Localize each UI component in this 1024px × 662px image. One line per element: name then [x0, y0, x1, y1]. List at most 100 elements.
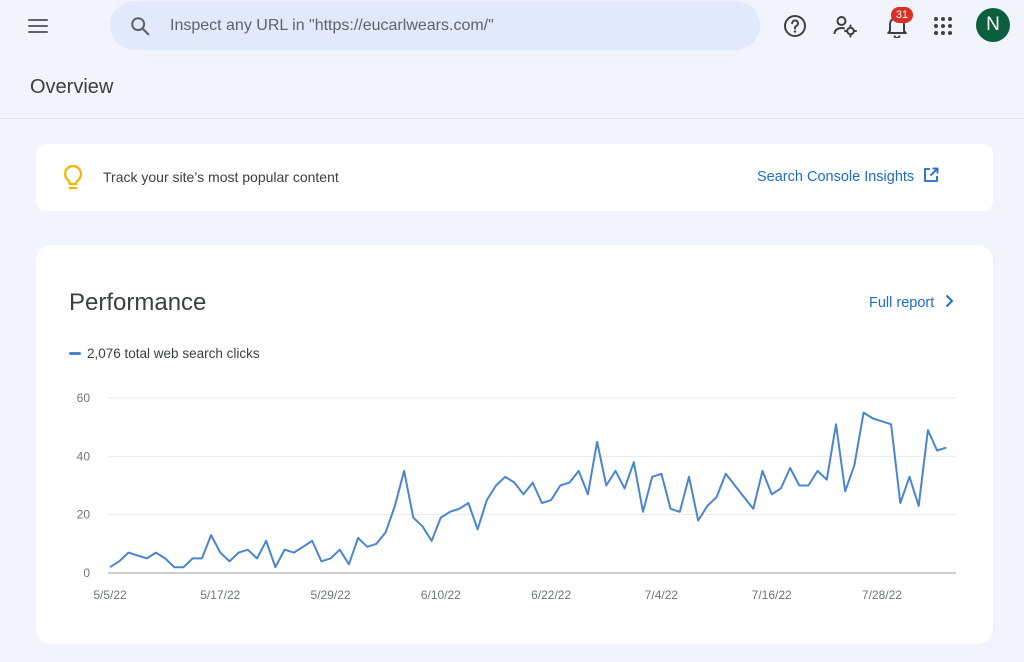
avatar[interactable]: N [976, 8, 1010, 42]
data-point [611, 466, 621, 476]
data-point [528, 478, 538, 488]
data-point [794, 481, 804, 491]
data-point [537, 498, 547, 508]
data-point [767, 489, 777, 499]
search-input[interactable] [170, 16, 730, 35]
data-point [831, 419, 841, 429]
data-point [721, 469, 731, 479]
data-point [326, 553, 336, 563]
data-point [482, 495, 492, 505]
data-point [675, 507, 685, 517]
data-point [427, 536, 437, 546]
y-tick-label: 40 [77, 449, 91, 463]
data-point [261, 536, 271, 546]
data-point [151, 548, 161, 558]
data-point [620, 483, 630, 493]
manage-accounts-icon[interactable] [830, 11, 860, 41]
data-point [381, 527, 391, 537]
data-point [574, 466, 584, 476]
data-point [905, 472, 915, 482]
insight-link-label: Search Console Insights [757, 169, 915, 185]
data-point [877, 416, 887, 426]
data-point [546, 495, 556, 505]
data-point [353, 533, 363, 543]
help-circle-icon[interactable] [780, 11, 810, 41]
data-point [160, 553, 170, 563]
page-title: Overview [30, 76, 114, 98]
header-divider [0, 118, 1024, 119]
data-point [849, 460, 859, 470]
data-point [822, 475, 832, 485]
data-point [188, 553, 198, 563]
data-point [565, 478, 575, 488]
data-point [748, 504, 758, 514]
data-point [270, 562, 280, 572]
data-point [601, 481, 611, 491]
y-tick-label: 60 [77, 391, 91, 405]
data-point [362, 542, 372, 552]
data-point [169, 562, 179, 572]
data-point [684, 472, 694, 482]
x-tick-label: 5/17/22 [200, 588, 240, 602]
data-point [785, 463, 795, 473]
data-point [739, 492, 749, 502]
data-point [941, 443, 951, 453]
data-point [372, 539, 382, 549]
data-point [307, 536, 317, 546]
x-tick-label: 7/16/22 [752, 588, 792, 602]
data-point [123, 548, 133, 558]
data-point [179, 562, 189, 572]
data-point [868, 413, 878, 423]
data-point [758, 466, 768, 476]
lightbulb-icon [62, 164, 84, 192]
data-point [712, 492, 722, 502]
data-point [647, 472, 657, 482]
y-tick-label: 20 [77, 508, 91, 522]
x-tick-label: 5/5/22 [93, 588, 127, 602]
data-point [509, 478, 519, 488]
data-point [454, 504, 464, 514]
data-point [886, 419, 896, 429]
data-point [390, 501, 400, 511]
clicks-series-line [109, 411, 947, 569]
data-point [638, 507, 648, 517]
x-tick-label: 6/10/22 [421, 588, 461, 602]
data-point [840, 486, 850, 496]
data-point [197, 553, 207, 563]
data-point [702, 501, 712, 511]
hamburger-menu-icon[interactable] [24, 12, 52, 40]
data-point [418, 521, 428, 531]
y-tick-label: 0 [83, 566, 90, 580]
data-point [932, 446, 942, 456]
top-bar: 31 N [0, 0, 1024, 54]
data-point [289, 548, 299, 558]
data-point [114, 556, 124, 566]
data-point [243, 545, 253, 555]
data-point [463, 498, 473, 508]
x-tick-label: 7/4/22 [645, 588, 679, 602]
data-point [859, 408, 869, 418]
data-point [215, 548, 225, 558]
data-point [280, 545, 290, 555]
data-point [473, 524, 483, 534]
notification-count-badge: 31 [891, 7, 913, 23]
data-point [583, 489, 593, 499]
data-point [436, 513, 446, 523]
data-point [335, 545, 345, 555]
search-icon[interactable] [110, 1, 170, 50]
performance-chart: 0 20 40 60 5/5/22 5/17/22 5/29/22 6/10/22 6/22/2… [77, 391, 956, 602]
data-point [491, 481, 501, 491]
data-point [923, 425, 933, 435]
x-tick-label: 5/29/22 [311, 588, 351, 602]
search-console-insights-link[interactable]: Search Console Insights [757, 167, 939, 187]
x-tick-label: 7/28/22 [862, 588, 902, 602]
x-tick-label: 6/22/22 [531, 588, 571, 602]
data-point [592, 437, 602, 447]
data-point [399, 466, 409, 476]
open-in-new-icon [923, 167, 939, 187]
data-point [519, 489, 529, 499]
data-point [730, 481, 740, 491]
data-point [316, 556, 326, 566]
apps-grid-icon[interactable] [928, 11, 958, 41]
data-point [914, 501, 924, 511]
